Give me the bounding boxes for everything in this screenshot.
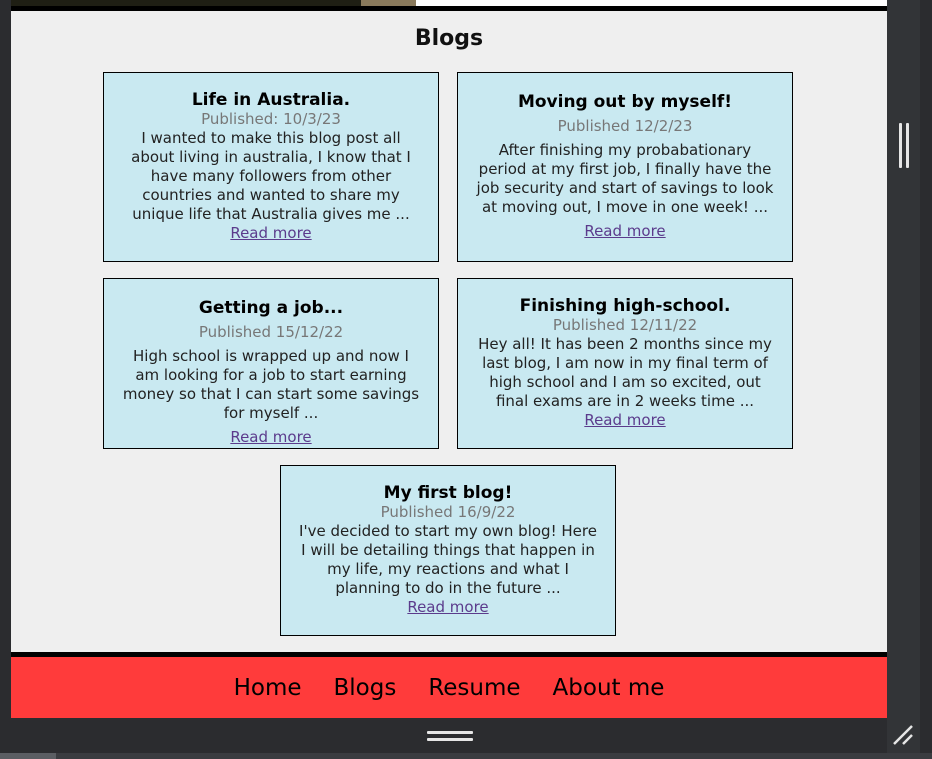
read-more-link[interactable]: Read more (407, 598, 488, 617)
read-more-link[interactable]: Read more (230, 224, 311, 243)
blog-card-date: Published 12/2/23 (557, 117, 693, 135)
blog-card-title: Getting a job... (198, 298, 344, 318)
nav-resume-link[interactable]: Resume (428, 675, 520, 701)
horizontal-drag-handle-icon[interactable] (427, 731, 473, 743)
read-more-link[interactable]: Read more (584, 222, 665, 241)
blog-card-excerpt: I wanted to make this blog post all abou… (131, 129, 411, 223)
read-more-link[interactable]: Read more (230, 428, 311, 447)
vertical-drag-handle-icon[interactable] (899, 123, 911, 168)
page-title: Blogs (414, 26, 484, 51)
scrollbar-thumb[interactable] (0, 753, 56, 759)
blog-card-excerpt: I've decided to start my own blog! Here … (299, 522, 597, 597)
blog-card: My first blog! Published 16/9/22 I've de… (280, 465, 616, 636)
blog-card-excerpt: After finishing my probabationary period… (476, 141, 774, 216)
side-pane-track (887, 0, 920, 759)
blog-card: Getting a job... Published 15/12/22 High… (103, 278, 439, 449)
header-image-strip (11, 0, 887, 11)
devtools-side-pane (887, 0, 932, 759)
blog-card: Life in Australia. Published: 10/3/23 I … (103, 72, 439, 262)
blog-card-excerpt: High school is wrapped up and now I am l… (122, 347, 420, 422)
read-more-link[interactable]: Read more (584, 411, 665, 430)
blog-card-date: Published 12/11/22 (552, 316, 698, 334)
blog-card: Moving out by myself! Published 12/2/23 … (457, 72, 793, 262)
blog-card: Finishing high-school. Published 12/11/2… (457, 278, 793, 449)
page-viewport: Blogs Life in Australia. Published: 10/3… (11, 0, 887, 718)
blog-card-title: My first blog! (383, 483, 513, 503)
header-divider (11, 6, 887, 11)
nav-blogs-link[interactable]: Blogs (334, 675, 397, 701)
resize-corner-icon[interactable] (890, 722, 920, 752)
blog-card-date: Published 16/9/22 (380, 503, 516, 521)
blog-card-excerpt: Hey all! It has been 2 months since my l… (478, 335, 772, 410)
blog-card-title: Moving out by myself! (517, 92, 733, 112)
nav-home-link[interactable]: Home (234, 675, 302, 701)
horizontal-scrollbar[interactable] (0, 753, 932, 759)
footer-nav: Home Blogs Resume About me (11, 657, 887, 718)
blog-card-title: Life in Australia. (191, 90, 351, 110)
blog-card-date: Published 15/12/22 (198, 323, 344, 341)
nav-about-link[interactable]: About me (553, 675, 665, 701)
blog-card-date: Published: 10/3/23 (201, 110, 341, 128)
blog-card-title: Finishing high-school. (519, 296, 731, 316)
